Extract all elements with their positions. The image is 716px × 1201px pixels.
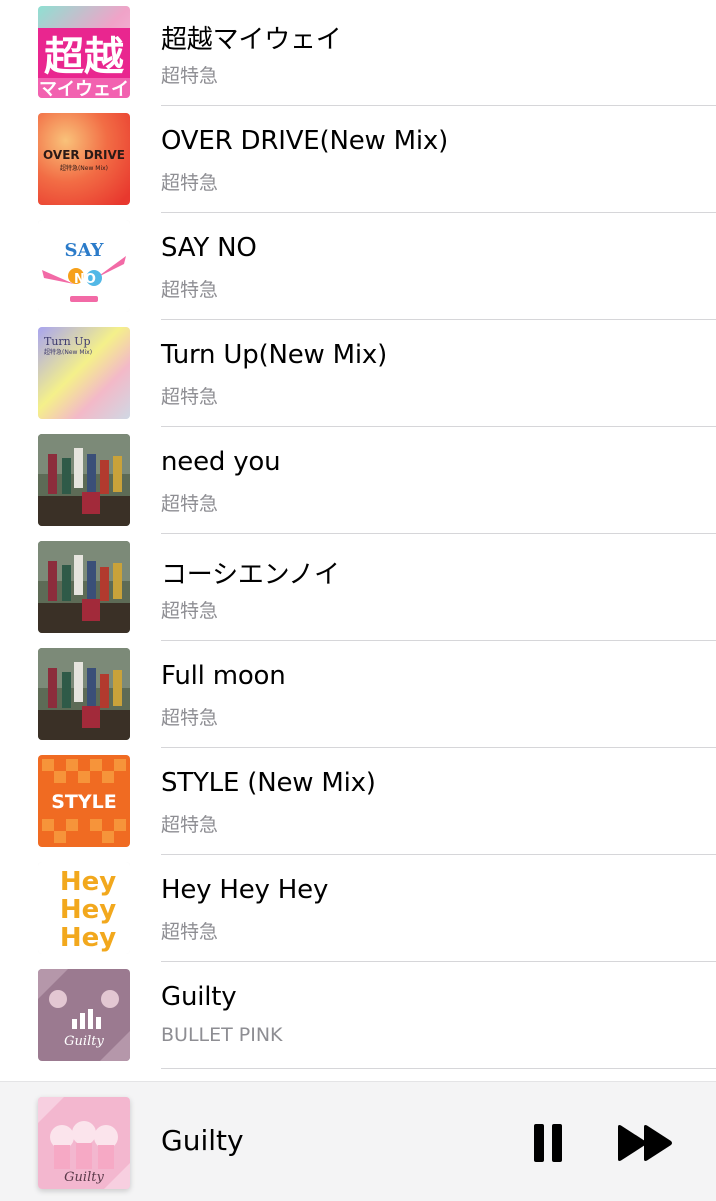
song-title: need you: [161, 447, 281, 477]
now-playing-title: Guilty: [161, 1124, 244, 1157]
song-row-say-no[interactable]: SAY NO SAY NO 超特急: [0, 213, 716, 320]
song-row-chouetsu-my-way[interactable]: 超越 マイウェイ 超越マイウェイ 超特急: [0, 0, 716, 106]
artwork-text: マイウェイ: [39, 79, 129, 98]
artwork-text: Turn Up: [44, 335, 91, 348]
pause-icon: [534, 1124, 562, 1162]
fast-forward-button[interactable]: [612, 1120, 676, 1166]
artwork-text: SAY: [65, 240, 105, 261]
pause-button[interactable]: [518, 1120, 582, 1166]
artwork-text: Hey: [60, 867, 116, 897]
song-row-need-you[interactable]: need you 超特急: [0, 427, 716, 534]
song-row-hey-hey-hey[interactable]: Hey Hey Hey Hey Hey Hey 超特急: [0, 855, 716, 962]
song-artist: 超特急: [161, 600, 219, 622]
album-art-group-photo: [38, 434, 130, 526]
artwork-text: Hey: [60, 923, 116, 953]
row-separator: [161, 1068, 716, 1069]
album-art-hey-hey-hey: Hey Hey Hey: [38, 862, 130, 954]
song-title: 超越マイウェイ: [161, 25, 342, 55]
song-row-full-moon[interactable]: Full moon 超特急: [0, 641, 716, 748]
album-art-over-drive: OVER DRIVE 超特急(New Mix): [38, 113, 130, 205]
song-artist: 超特急: [161, 493, 219, 515]
album-art-group-photo: [38, 541, 130, 633]
song-list: 超越 マイウェイ 超越マイウェイ 超特急 OVER DRIVE 超特急(New …: [0, 0, 716, 1069]
song-row-koshien-noi[interactable]: コーシエンノイ 超特急: [0, 534, 716, 641]
song-row-style[interactable]: STYLE STYLE (New Mix) 超特急: [0, 748, 716, 855]
artwork-text: 超特急(New Mix): [44, 348, 92, 356]
song-artist: 超特急: [161, 172, 219, 194]
artwork-text: Guilty: [64, 1034, 104, 1049]
song-row-over-drive[interactable]: OVER DRIVE 超特急(New Mix) OVER DRIVE(New M…: [0, 106, 716, 213]
fast-forward-icon: [618, 1125, 672, 1161]
album-art-guilty: Guilty: [38, 1097, 130, 1189]
artwork-text: STYLE: [51, 791, 117, 813]
song-title: OVER DRIVE(New Mix): [161, 126, 449, 156]
song-title: Turn Up(New Mix): [161, 340, 388, 370]
artwork-text: NO: [74, 272, 96, 287]
album-art-style: STYLE: [38, 755, 130, 847]
song-artist: 超特急: [161, 921, 219, 943]
song-artist: BULLET PINK: [161, 1024, 283, 1046]
album-art-chouetsu-my-way: 超越 マイウェイ: [38, 6, 130, 98]
album-art-group-photo: [38, 648, 130, 740]
song-title: Hey Hey Hey: [161, 875, 329, 905]
artwork-text: 超特急(New Mix): [60, 164, 108, 172]
song-title: コーシエンノイ: [161, 560, 340, 590]
song-row-guilty[interactable]: Guilty Guilty BULLET PINK: [0, 962, 716, 1069]
song-artist: 超特急: [161, 279, 219, 301]
song-title: SAY NO: [161, 233, 257, 263]
album-art-guilty: Guilty: [38, 969, 130, 1061]
artwork-text: 超越: [44, 34, 124, 80]
song-artist: 超特急: [161, 386, 219, 408]
artwork-text: Guilty: [64, 1170, 104, 1185]
song-title: Guilty: [161, 982, 237, 1012]
album-art-say-no: SAY NO: [38, 220, 130, 312]
song-title: STYLE (New Mix): [161, 768, 376, 798]
song-title: Full moon: [161, 661, 286, 691]
song-artist: 超特急: [161, 707, 219, 729]
song-row-turn-up[interactable]: Turn Up 超特急(New Mix) Turn Up(New Mix) 超特…: [0, 320, 716, 427]
song-artist: 超特急: [161, 814, 219, 836]
now-playing-bar[interactable]: Guilty Guilty: [0, 1081, 716, 1201]
album-art-turn-up: Turn Up 超特急(New Mix): [38, 327, 130, 419]
artwork-text: OVER DRIVE: [43, 148, 125, 162]
artwork-text: Hey: [60, 895, 116, 925]
song-artist: 超特急: [161, 65, 219, 87]
